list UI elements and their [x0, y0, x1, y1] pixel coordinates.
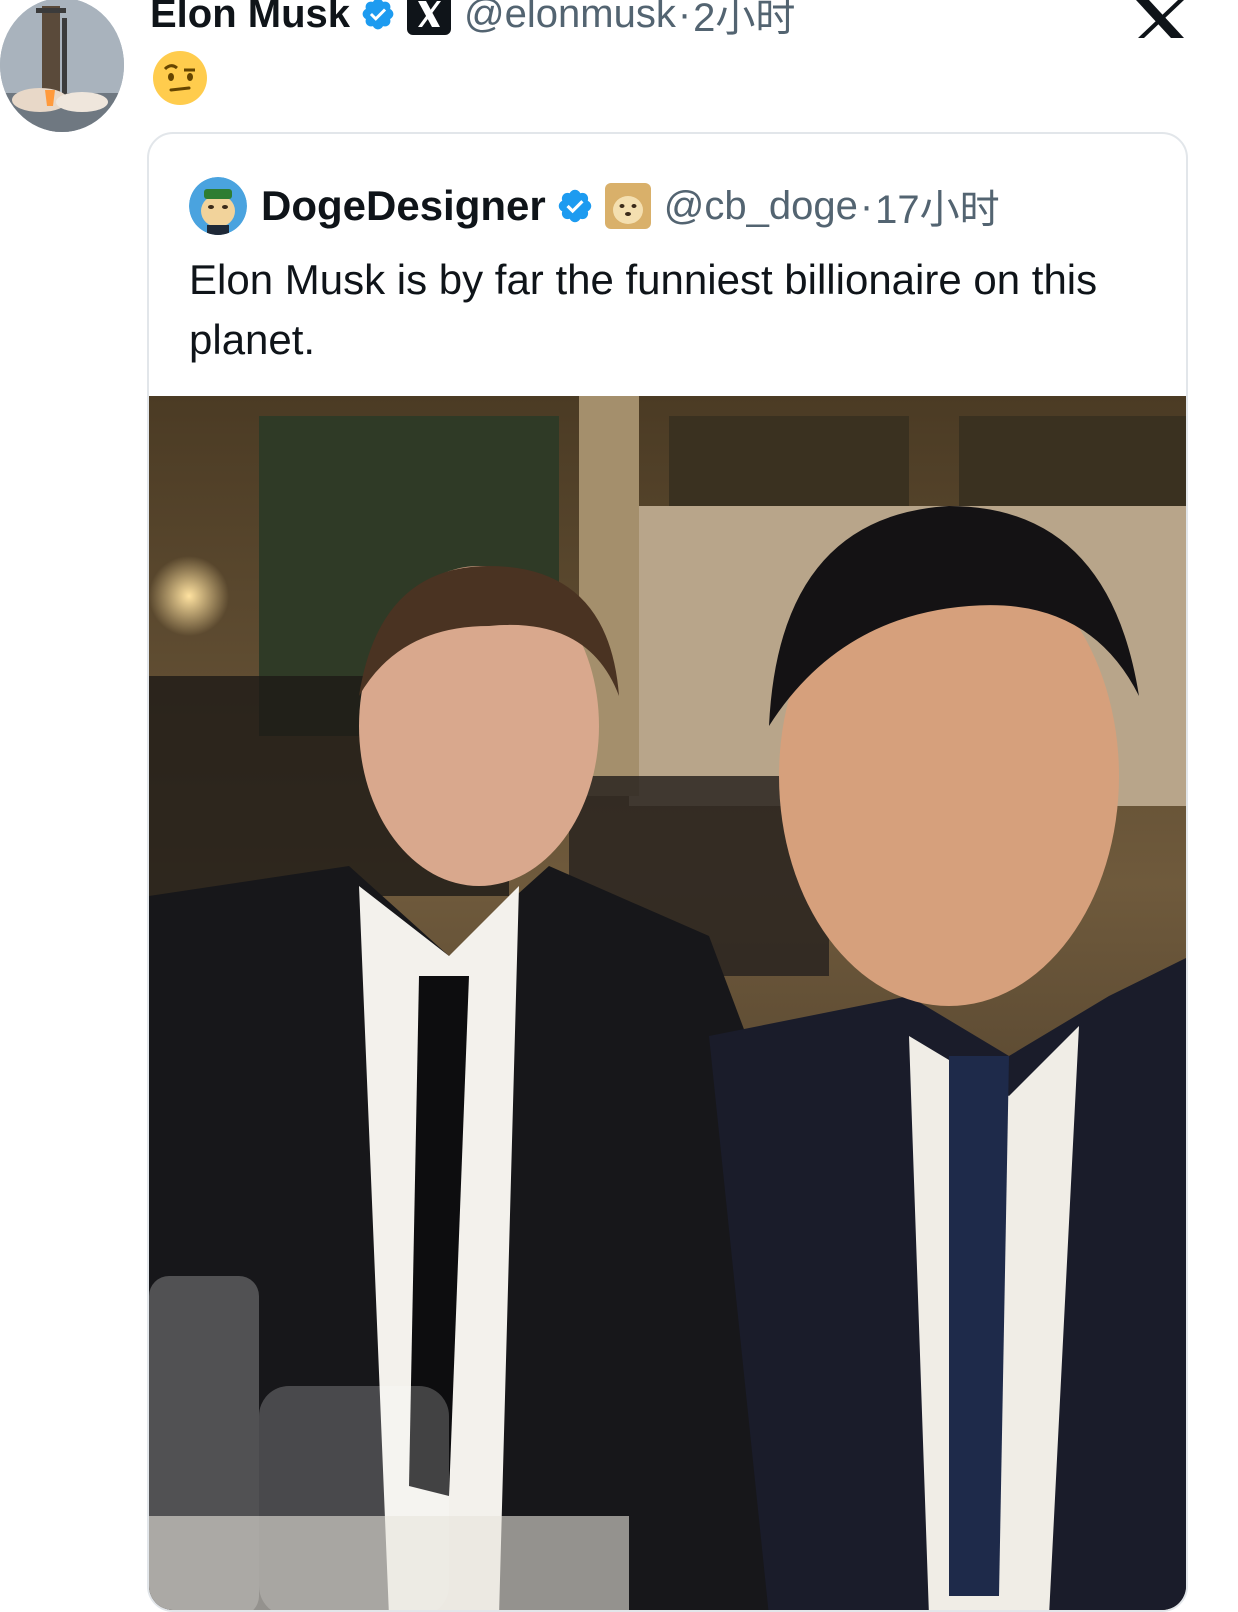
tweet-header: Elon Musk @elonmusk · 2小时 [150, 0, 795, 42]
tweet-time[interactable]: 2小时 [693, 0, 795, 43]
selfie-photo-icon [149, 396, 1186, 1610]
quote-photo[interactable] [149, 396, 1186, 1610]
x-affiliation-badge-icon[interactable] [406, 0, 452, 36]
quote-text: Elon Musk is by far the funniest billion… [189, 256, 1098, 363]
raised-eyebrow-emoji-icon [152, 50, 208, 106]
quote-author-handle[interactable]: @cb_doge [664, 184, 858, 229]
quote-author-avatar[interactable] [189, 177, 247, 235]
author-avatar[interactable] [0, 0, 124, 132]
doge-affiliation-badge-icon[interactable] [604, 182, 652, 230]
quote-time[interactable]: 17小时 [875, 177, 1000, 235]
verified-badge-icon [360, 0, 396, 32]
x-logo-icon[interactable] [1134, 0, 1186, 38]
verified-badge-icon [556, 187, 594, 225]
doge-avatar-icon [189, 177, 247, 235]
separator-dot: · [859, 183, 874, 228]
rocket-launch-avatar-icon [0, 0, 124, 132]
quoted-tweet-card[interactable]: DogeDesigner @cb_doge · 17小时 Elon Musk i… [147, 132, 1188, 1612]
author-name[interactable]: Elon Musk [150, 0, 350, 37]
separator-dot: · [677, 0, 692, 36]
quote-author-name[interactable]: DogeDesigner [261, 182, 546, 230]
quoted-tweet-header: DogeDesigner @cb_doge · 17小时 [189, 176, 1000, 236]
author-handle[interactable]: @elonmusk [464, 0, 676, 37]
